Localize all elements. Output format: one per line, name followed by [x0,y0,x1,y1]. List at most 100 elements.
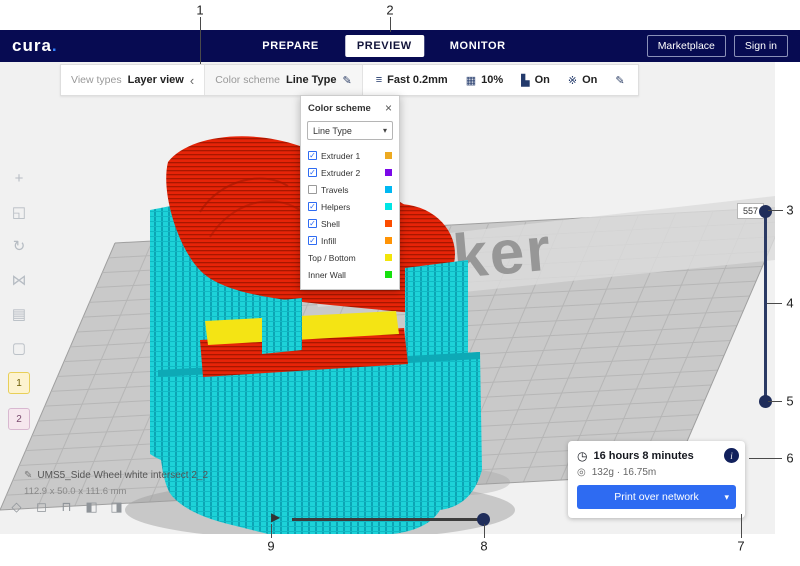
move-tool-button[interactable]: + [9,168,29,188]
checkbox[interactable]: ✓ [308,202,317,211]
rename-pencil-icon[interactable]: ✎ [24,470,32,481]
mirror-tool-button[interactable]: ⋈ [9,270,29,290]
clock-icon: ◷ [577,449,587,463]
sign-in-button[interactable]: Sign in [734,35,788,57]
support-value: On [535,74,550,86]
callout-line-5 [768,401,782,402]
model-dimensions: 112.9 x 50.0 x 111.6 mm [24,486,126,497]
model-name: UMS5_Side Wheel white intersect 2_2 [37,470,208,481]
settings-edit-pencil-icon[interactable]: ✎ [606,74,633,87]
extruder-1-button[interactable]: 1 [8,372,30,394]
scale-tool-button[interactable]: ◱ [9,202,29,222]
callout-line-6 [749,458,782,459]
print-over-network-button[interactable]: Print over network ▾ [577,485,736,509]
color-scheme-row: ✓Extruder 2 [301,164,399,181]
tab-monitor[interactable]: MONITOR [450,40,506,52]
callout-number-3: 3 [786,203,793,218]
row-label: Travels [321,185,381,195]
play-button[interactable]: ▶ [271,510,280,524]
print-options-chevron-icon[interactable]: ▾ [724,492,729,503]
view-presets: ◇ ◻ ⊓ ◧ ◨ [8,498,125,515]
adhesion-icon: ※ [568,74,577,87]
callout-line-3 [768,210,783,211]
print-time: 16 hours 8 minutes [593,450,693,462]
checkbox[interactable] [308,185,317,194]
callout-number-2: 2 [386,3,393,18]
profile-icon: ≡ [376,74,382,86]
view-right-button[interactable]: ◨ [108,498,125,515]
callout-line-4 [767,303,782,304]
callout-number-8: 8 [480,539,487,554]
per-model-settings-button[interactable]: ▤ [9,304,29,324]
callout-number-9: 9 [267,539,274,554]
color-scheme-section[interactable]: Color scheme Line Type ✎ [204,65,362,95]
color-scheme-value: Line Type [286,74,337,86]
print-time-row: ◷ 16 hours 8 minutes [577,449,736,463]
color-swatch [385,237,392,244]
callout-number-4: 4 [786,296,793,311]
layer-slider-track[interactable] [764,212,767,402]
profile-setting: ≡ Fast 0.2mm [367,74,457,86]
model-front-cube [262,298,302,354]
support-icon: ▙ [521,74,529,87]
cura-logo: cura. [12,36,58,56]
view-types-section[interactable]: View types Layer view ‹ [61,65,204,95]
material-row: ◎ 132g · 16.75m [577,467,736,478]
print-settings-section[interactable]: ≡ Fast 0.2mm ▦ 10% ▙ On ※ On ✎ [362,65,638,95]
callout-line-1 [200,17,201,64]
popup-title: Color scheme [308,103,371,114]
view-front-button[interactable]: ◻ [33,498,50,515]
checkbox[interactable]: ✓ [308,219,317,228]
color-swatch [385,186,392,193]
checkbox[interactable]: ✓ [308,236,317,245]
model-front-base [158,352,482,534]
row-label: Helpers [321,202,381,212]
line-type-value: Line Type [313,126,352,136]
logo-dot: . [52,36,58,55]
row-label: Shell [321,219,381,229]
rotate-tool-button[interactable]: ↻ [9,236,29,256]
color-scheme-row: Top / Bottom [301,249,399,266]
chevron-down-icon: ▾ [383,126,387,135]
tab-preview[interactable]: PREVIEW [345,35,424,57]
callout-line-7 [741,514,742,538]
view-3d-button[interactable]: ◇ [8,498,25,515]
checkbox[interactable]: ✓ [308,168,317,177]
view-type-value: Layer view [128,74,184,86]
checkbox[interactable]: ✓ [308,151,317,160]
simulation-slider-track[interactable] [292,518,484,521]
callout-number-1: 1 [196,3,203,18]
profile-value: Fast 0.2mm [387,74,448,86]
infill-setting: ▦ 10% [457,74,512,87]
color-scheme-row: ✓ Extruder 1 [301,147,399,164]
color-swatch [385,169,392,176]
view-left-button[interactable]: ◧ [83,498,100,515]
close-icon[interactable]: × [385,102,392,114]
collapse-chevron-icon[interactable]: ‹ [190,74,194,87]
row-label: Extruder 1 [321,151,381,161]
extruder-2-button[interactable]: 2 [8,408,30,430]
view-top-button[interactable]: ⊓ [58,498,75,515]
edit-pencil-icon[interactable]: ✎ [343,74,352,87]
line-type-select[interactable]: Line Type ▾ [307,121,393,140]
color-swatch [385,203,392,210]
color-scheme-row: Inner Wall [301,266,399,283]
callout-line-8 [484,524,485,538]
color-swatch [385,152,392,159]
cura-window: ker cura. [0,0,800,566]
color-scheme-row: ✓ Helpers [301,198,399,215]
color-scheme-row: ✓Infill [301,232,399,249]
support-setting: ▙ On [512,74,559,87]
marketplace-button[interactable]: Marketplace [647,35,726,57]
callout-number-6: 6 [786,451,793,466]
tab-prepare[interactable]: PREPARE [262,40,319,52]
header-buttons: Marketplace Sign in [647,35,788,57]
color-scheme-row: ✓ Shell [301,215,399,232]
callout-number-5: 5 [786,394,793,409]
layer-slider-top-handle[interactable] [759,205,772,218]
print-button-label: Print over network [614,491,699,503]
tool-sidebar: + ◱ ↻ ⋈ ▤ ▢ 1 2 [6,168,32,430]
support-blocker-button[interactable]: ▢ [9,338,29,358]
info-icon[interactable]: i [724,448,739,463]
spool-icon: ◎ [577,467,586,478]
